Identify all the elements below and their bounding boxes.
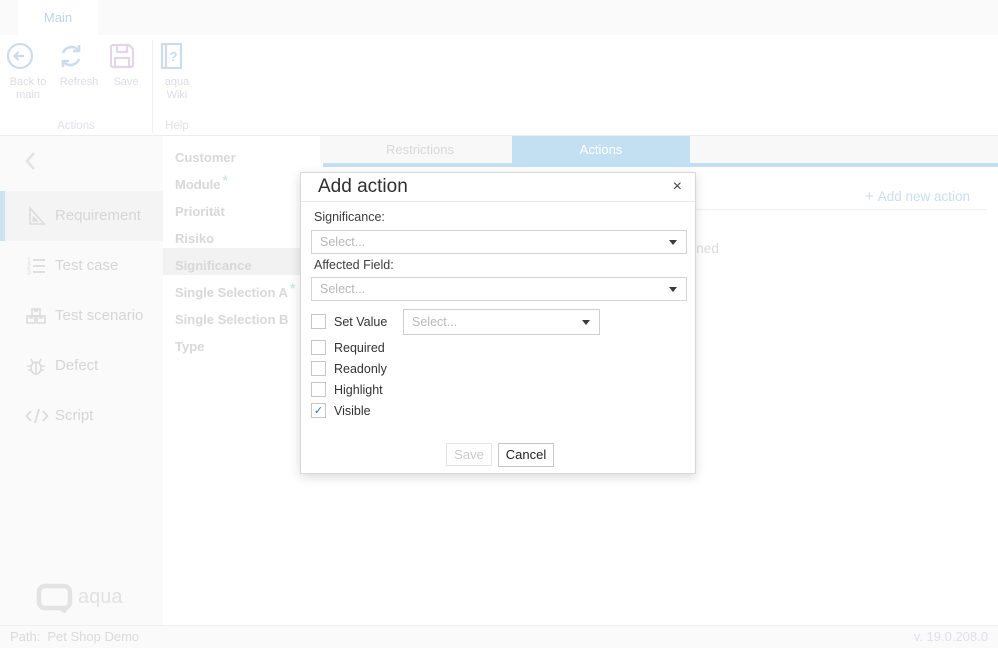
dialog-header: Add action ×: [301, 173, 695, 202]
sidebar-item-test-scenario[interactable]: Test scenario: [0, 291, 163, 341]
save-floppy-icon: [106, 40, 146, 72]
set-value-dropdown-value: Select...: [412, 310, 457, 335]
chevron-down-icon: [669, 240, 677, 245]
ribbon-toolbar: Back to main Refresh Save: [0, 35, 998, 136]
required-mark: *: [290, 280, 295, 296]
add-action-dialog: Add action × Significance: Select... Aff…: [300, 172, 696, 474]
sidebar-item-defect[interactable]: Defect: [0, 341, 163, 391]
sidebar-item-test-case[interactable]: 1 2 3 Test case: [0, 241, 163, 291]
sidebar-item-label: Test scenario: [55, 291, 143, 341]
field-item-prioritaet[interactable]: Priorität: [163, 194, 320, 221]
tab-actions[interactable]: Actions: [512, 136, 690, 163]
save-button[interactable]: Save: [446, 443, 492, 466]
field-item-customer[interactable]: Customer: [163, 140, 320, 167]
significance-dropdown-value: Select...: [320, 231, 365, 254]
status-path: Path: Pet Shop Demo: [10, 626, 139, 648]
chevron-down-icon: [669, 287, 677, 292]
ribbon-tab-strip: Main: [0, 0, 998, 35]
field-item-single-selection-b[interactable]: Single Selection B: [163, 302, 320, 329]
code-icon: [24, 404, 50, 428]
tab-bar: Restrictions Actions: [320, 136, 998, 163]
tab-restrictions[interactable]: Restrictions: [330, 136, 510, 163]
field-item-significance[interactable]: Significance: [163, 248, 320, 275]
highlight-checkbox[interactable]: [311, 382, 326, 397]
ribbon-group-help-label: Help: [152, 120, 202, 132]
app-window: Main Back to main Refresh: [0, 0, 998, 648]
aqua-logo-text: aqua: [78, 586, 123, 609]
back-to-main-button[interactable]: Back to main: [4, 40, 52, 102]
set-value-checkbox[interactable]: [311, 314, 326, 329]
wiki-help-book-icon: ?: [155, 40, 199, 72]
affected-field-label: Affected Field:: [314, 258, 394, 272]
path-label: Path:: [10, 629, 40, 644]
required-mark: *: [223, 172, 228, 188]
aqua-wiki-label: aqua Wiki: [165, 76, 189, 101]
affected-field-dropdown[interactable]: Select...: [311, 277, 687, 301]
path-value: Pet Shop Demo: [47, 629, 139, 644]
affected-field-dropdown-value: Select...: [320, 278, 365, 301]
sidebar-item-requirement[interactable]: Requirement: [0, 191, 163, 241]
field-item-risiko[interactable]: Risiko: [163, 221, 320, 248]
blocks-icon: [24, 304, 48, 328]
refresh-button[interactable]: Refresh: [55, 40, 103, 89]
sidebar-item-label: Script: [55, 391, 93, 441]
ribbon-group-actions-label: Actions: [0, 120, 152, 132]
svg-text:?: ?: [170, 49, 178, 64]
plus-icon: +: [865, 188, 874, 205]
sidebar-item-script[interactable]: Script: [0, 391, 163, 441]
field-item-module[interactable]: Module*: [163, 167, 320, 194]
sidebar-item-label: Defect: [55, 341, 98, 391]
sidebar-item-label: Requirement: [55, 191, 141, 241]
significance-dropdown[interactable]: Select...: [311, 230, 687, 254]
ribbon-tab-main[interactable]: Main: [18, 0, 98, 35]
readonly-checkbox[interactable]: [311, 361, 326, 376]
add-new-action-link[interactable]: + Add new action: [865, 188, 970, 205]
back-to-main-label: Back to main: [10, 76, 47, 101]
readonly-label: Readonly: [334, 361, 387, 377]
svg-text:3: 3: [27, 270, 31, 277]
chevron-down-icon: [582, 320, 590, 325]
back-arrow-icon: [4, 40, 52, 72]
dialog-title: Add action: [318, 176, 408, 198]
visible-label: Visible: [334, 403, 371, 419]
bug-icon: [24, 354, 48, 378]
save-label: Save: [113, 76, 138, 88]
aqua-logo-icon: [36, 583, 74, 613]
numbered-list-icon: 1 2 3: [24, 254, 48, 278]
refresh-label: Refresh: [60, 76, 99, 88]
visible-checkbox[interactable]: ✓: [311, 403, 326, 418]
aqua-wiki-button[interactable]: ? aqua Wiki: [155, 40, 199, 102]
highlight-label: Highlight: [334, 382, 383, 398]
close-icon[interactable]: ×: [673, 177, 682, 197]
sidebar: Requirement 1 2 3 Test case Te: [0, 136, 163, 625]
refresh-icon: [55, 40, 103, 72]
status-bar: Path: Pet Shop Demo v. 19.0.208.0: [0, 625, 998, 648]
required-label: Required: [334, 340, 385, 356]
field-list: Customer Module* Priorität Risiko Signif…: [163, 136, 320, 625]
field-item-type[interactable]: Type: [163, 329, 320, 356]
sidebar-collapse-chevron-icon[interactable]: [20, 148, 42, 174]
significance-label: Significance:: [314, 210, 385, 224]
requirement-triangle-icon: [24, 204, 48, 228]
sidebar-item-label: Test case: [55, 241, 118, 291]
add-new-action-label: Add new action: [878, 189, 970, 204]
required-checkbox[interactable]: [311, 340, 326, 355]
tab-active-underline: [323, 163, 998, 167]
save-button-ribbon[interactable]: Save: [106, 40, 146, 89]
field-item-single-selection-a[interactable]: Single Selection A*: [163, 275, 320, 302]
set-value-dropdown[interactable]: Select...: [403, 309, 600, 335]
set-value-label: Set Value: [334, 314, 387, 330]
cancel-button[interactable]: Cancel: [498, 443, 554, 467]
status-version: v. 19.0.208.0: [914, 626, 988, 648]
